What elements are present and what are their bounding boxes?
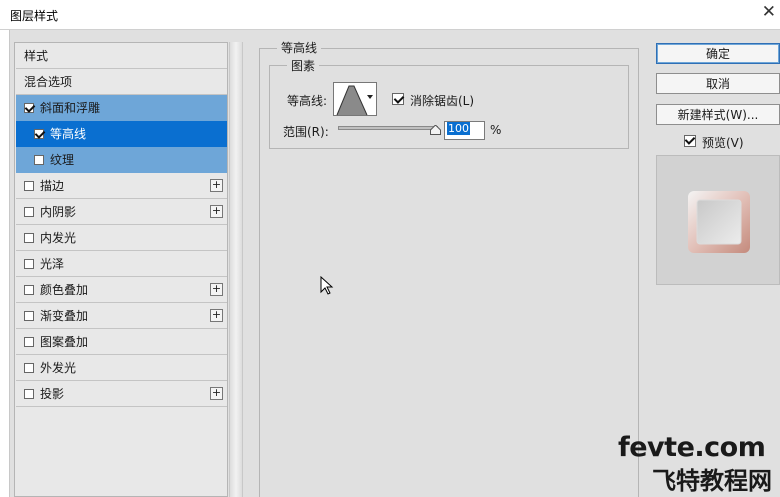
style-item-label: 斜面和浮雕 <box>40 101 101 115</box>
watermark-site: 飞特教程网 <box>652 467 772 495</box>
styles-list: 样式混合选项斜面和浮雕等高线纹理描边 + 内阴影 + 内发光光泽颜色叠加 + 渐变叠加 + 图案… <box>14 42 228 497</box>
style-item[interactable]: 光泽 <box>16 251 227 277</box>
style-item[interactable]: 颜色叠加 + <box>16 277 227 303</box>
add-icon[interactable]: + <box>210 387 223 400</box>
add-icon[interactable]: + <box>210 179 223 192</box>
style-item-label: 投影 <box>40 387 65 401</box>
style-item-checkbox[interactable] <box>24 206 34 217</box>
style-item-label: 等高线 <box>50 127 87 141</box>
anti-alias-label: 消除锯齿(L) <box>410 94 475 108</box>
range-value: 100 <box>447 122 470 135</box>
close-icon[interactable]: ✕ <box>762 2 776 22</box>
style-item-label: 外发光 <box>40 361 77 375</box>
anti-alias-checkbox[interactable] <box>392 93 404 105</box>
styles-list-scrollbar[interactable] <box>229 42 243 497</box>
style-item-checkbox[interactable] <box>24 258 34 269</box>
style-item-checkbox[interactable] <box>24 336 34 347</box>
contour-curve-icon <box>336 85 368 116</box>
window-title: 图层样式 <box>10 9 59 23</box>
window-left-edge <box>0 30 10 497</box>
range-label: 范围(R): <box>283 125 329 139</box>
style-item-label: 内阴影 <box>40 205 77 219</box>
style-item-checkbox[interactable] <box>24 362 34 373</box>
style-item[interactable]: 渐变叠加 + <box>16 303 227 329</box>
mouse-cursor-icon <box>320 276 334 295</box>
style-item-checkbox[interactable] <box>24 180 34 191</box>
style-item-label: 混合选项 <box>24 75 73 89</box>
style-item[interactable]: 内发光 <box>16 225 227 251</box>
style-item[interactable]: 内阴影 + <box>16 199 227 225</box>
style-item-checkbox[interactable] <box>24 102 34 113</box>
range-input[interactable]: 100 <box>444 121 485 140</box>
style-item-checkbox[interactable] <box>24 284 34 295</box>
style-item[interactable]: 描边 + <box>16 173 227 199</box>
preview-thumbnail <box>688 191 750 253</box>
style-item-label: 描边 <box>40 179 65 193</box>
style-item[interactable]: 图案叠加 <box>16 329 227 355</box>
style-item[interactable]: 样式 <box>16 43 227 69</box>
range-unit: % <box>490 123 502 137</box>
style-item[interactable]: 外发光 <box>16 355 227 381</box>
watermark-domain: fevte.com <box>618 432 766 463</box>
title-bar: 图层样式 ✕ <box>0 0 780 30</box>
cancel-button[interactable]: 取消 <box>656 73 780 94</box>
style-item[interactable]: 斜面和浮雕 <box>16 95 227 121</box>
style-item-label: 图案叠加 <box>40 335 89 349</box>
range-slider-thumb[interactable] <box>430 125 441 135</box>
preview-label: 预览(V) <box>702 136 744 150</box>
ok-button[interactable]: 确定 <box>656 43 780 64</box>
style-preview <box>656 155 780 285</box>
style-item-label: 颜色叠加 <box>40 283 89 297</box>
style-item-label: 纹理 <box>50 153 75 167</box>
add-icon[interactable]: + <box>210 309 223 322</box>
style-item-label: 渐变叠加 <box>40 309 89 323</box>
contour-label: 等高线: <box>287 94 328 108</box>
contour-picker[interactable] <box>333 82 377 116</box>
range-slider[interactable] <box>338 126 438 130</box>
new-style-button[interactable]: 新建样式(W)... <box>656 104 780 125</box>
style-item[interactable]: 纹理 <box>16 147 227 173</box>
style-item[interactable]: 等高线 <box>16 121 227 147</box>
group-title: 图素 <box>287 57 320 74</box>
chevron-down-icon[interactable] <box>367 95 373 99</box>
style-item-checkbox[interactable] <box>24 388 34 399</box>
add-icon[interactable]: + <box>210 205 223 218</box>
style-item-label: 内发光 <box>40 231 77 245</box>
style-item-label: 样式 <box>24 49 49 63</box>
style-item[interactable]: 混合选项 <box>16 69 227 95</box>
style-item-checkbox[interactable] <box>34 154 44 165</box>
style-item[interactable]: 投影 + <box>16 381 227 407</box>
section-title: 等高线 <box>277 39 322 56</box>
style-item-checkbox[interactable] <box>24 310 34 321</box>
style-item-checkbox[interactable] <box>24 232 34 243</box>
style-item-checkbox[interactable] <box>34 128 44 139</box>
add-icon[interactable]: + <box>210 283 223 296</box>
style-item-label: 光泽 <box>40 257 65 271</box>
preview-checkbox[interactable] <box>684 135 696 147</box>
